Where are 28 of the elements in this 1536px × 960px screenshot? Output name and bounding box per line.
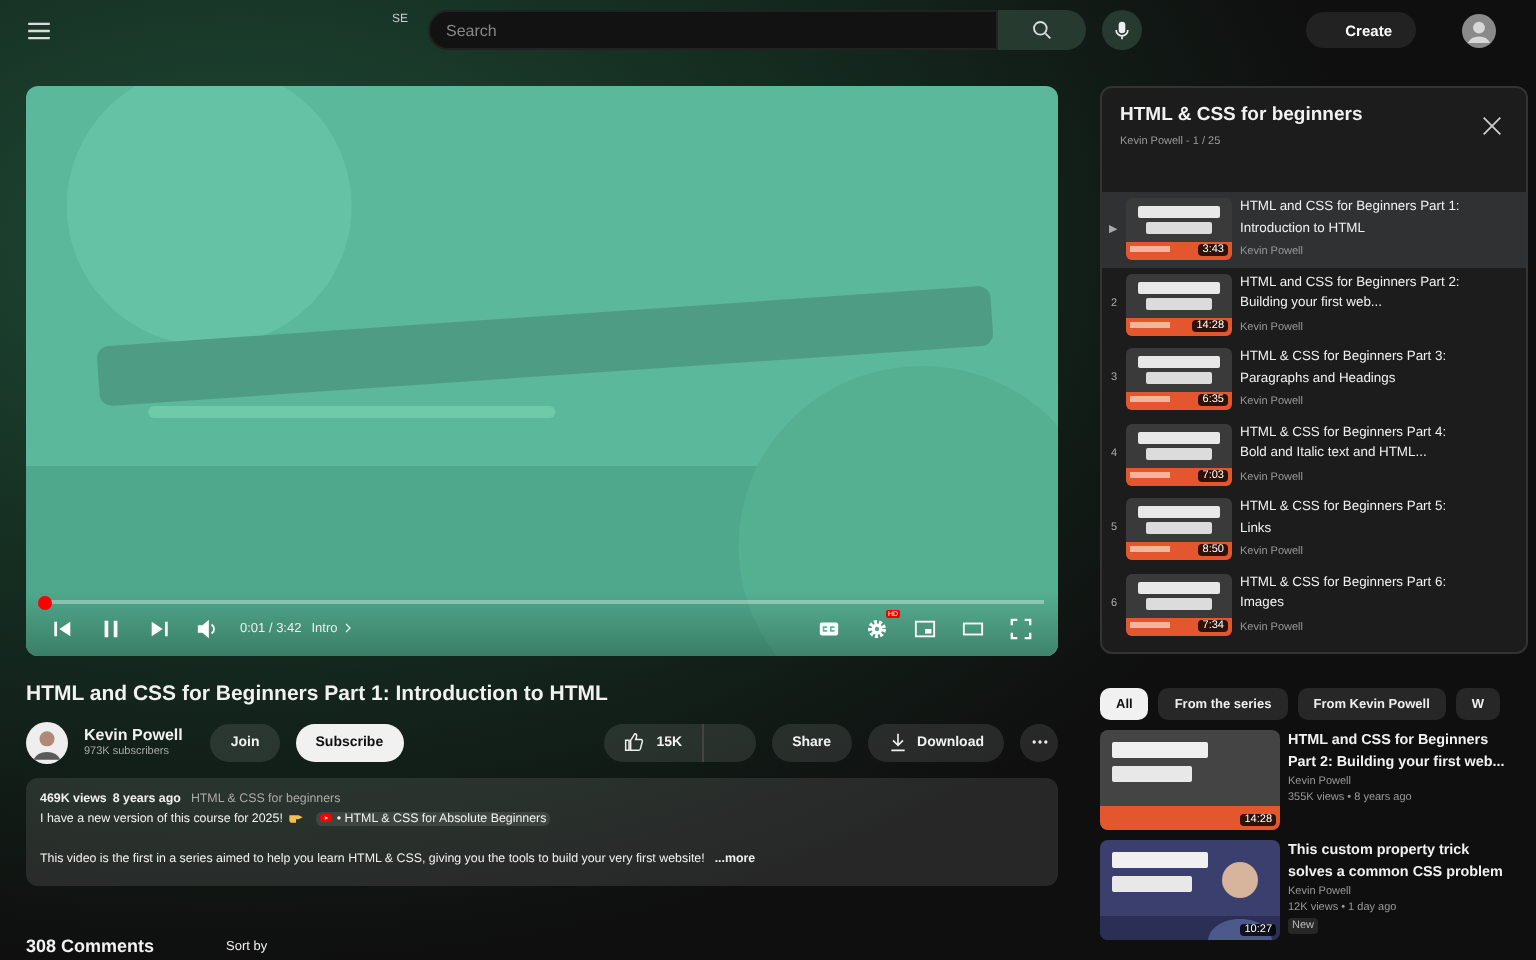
settings-icon[interactable] xyxy=(866,617,888,639)
search-button[interactable] xyxy=(998,10,1087,50)
search-field[interactable]: Search xyxy=(428,10,999,50)
previous-icon[interactable] xyxy=(52,617,74,639)
channel-avatar-icon[interactable] xyxy=(26,721,68,763)
comment-count: 308 Comments xyxy=(26,936,155,956)
miniplayer-icon[interactable] xyxy=(914,617,936,639)
avatar-icon[interactable] xyxy=(1462,13,1496,47)
microphone-button[interactable] xyxy=(1102,10,1143,50)
video-play-icon xyxy=(320,814,333,822)
close-icon[interactable] xyxy=(1482,116,1502,136)
menu-icon[interactable] xyxy=(28,21,50,39)
volume-icon[interactable] xyxy=(196,617,218,639)
channel-name[interactable]: Kevin Powell xyxy=(84,726,183,744)
fullscreen-icon[interactable] xyxy=(1010,617,1032,639)
chevron-icon xyxy=(343,622,352,634)
description-panel[interactable] xyxy=(26,778,1058,886)
next-icon[interactable] xyxy=(148,617,170,639)
download-icon xyxy=(887,732,908,752)
microphone-icon xyxy=(1112,20,1133,40)
playlist-title[interactable]: HTML & CSS for beginners xyxy=(1120,104,1363,126)
more-button[interactable] xyxy=(1020,723,1058,761)
thumbs-up-icon xyxy=(624,732,645,752)
pause-icon[interactable] xyxy=(100,617,122,639)
video-title: HTML and CSS for Beginners Part 1: Introduction to HTML xyxy=(26,680,610,708)
theater-mode-icon[interactable] xyxy=(962,617,984,639)
search-icon xyxy=(1032,20,1053,40)
pointing-hand-icon xyxy=(288,812,305,824)
